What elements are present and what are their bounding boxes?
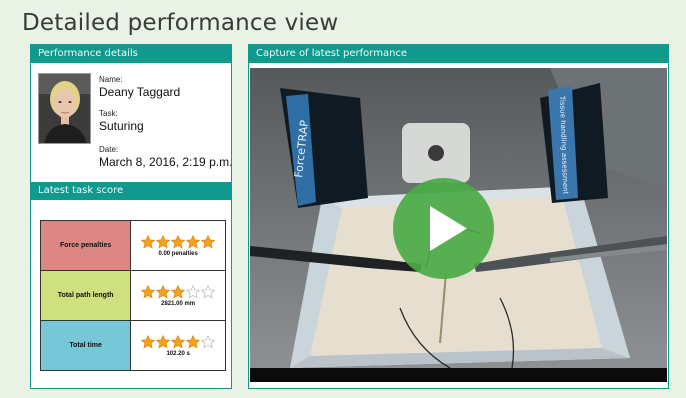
table-row: Total time 102.20 s [39, 320, 226, 371]
star-rating [131, 234, 225, 250]
star-filled-icon [156, 234, 171, 249]
metric-label: Force penalties [39, 220, 132, 271]
star-filled-icon [141, 284, 156, 299]
star-filled-icon [141, 334, 156, 349]
star-empty-icon [201, 334, 216, 349]
performance-details-panel: Performance details Name: Deany Taggard … [30, 44, 232, 389]
play-button[interactable] [393, 178, 494, 279]
name-info: Name: Deany Taggard [99, 75, 180, 99]
date-label: Date: [99, 145, 119, 154]
rating-value: 102.20 s [166, 350, 190, 357]
table-row: Force penalties 0.00 penalties [39, 220, 226, 271]
star-filled-icon [201, 234, 216, 249]
metric-label: Total path length [39, 270, 132, 321]
rating-cell: 0.00 penalties [130, 220, 226, 271]
task-value: Suturing [99, 119, 144, 133]
capture-panel: Capture of latest performance ForceTRAP … [248, 44, 669, 389]
star-filled-icon [171, 284, 186, 299]
rating-value: 0.00 penalties [158, 250, 198, 257]
performance-details-header: Performance details [31, 45, 231, 63]
task-label: Task: [99, 109, 118, 118]
date-info: Date: March 8, 2016, 2:19 p.m. [99, 145, 232, 169]
star-filled-icon [171, 234, 186, 249]
star-empty-icon [186, 284, 201, 299]
star-filled-icon [141, 234, 156, 249]
rating-cell: 2821.00 mm [130, 270, 226, 321]
name-value: Deany Taggard [99, 85, 181, 99]
video-player[interactable]: ForceTRAP Tissue handling assessment [250, 68, 667, 382]
star-filled-icon [156, 284, 171, 299]
avatar [38, 73, 91, 144]
name-label: Name: [99, 75, 123, 84]
latest-task-score-header: Latest task score [31, 182, 231, 200]
star-filled-icon [156, 334, 171, 349]
capture-header: Capture of latest performance [249, 45, 668, 63]
score-table: Force penalties 0.00 penalties Total pat… [39, 220, 226, 371]
rating-cell: 102.20 s [130, 320, 226, 371]
page-title: Detailed performance view [22, 10, 339, 36]
star-rating [131, 334, 225, 350]
star-filled-icon [171, 334, 186, 349]
metric-label: Total time [39, 320, 132, 371]
star-filled-icon [186, 334, 201, 349]
task-info: Task: Suturing [99, 109, 144, 133]
rating-value: 2821.00 mm [161, 300, 196, 307]
table-row: Total path length 2821.00 mm [39, 270, 226, 321]
play-icon [430, 206, 467, 251]
star-rating [131, 284, 225, 300]
date-value: March 8, 2016, 2:19 p.m. [99, 155, 233, 169]
star-empty-icon [201, 284, 216, 299]
star-filled-icon [186, 234, 201, 249]
